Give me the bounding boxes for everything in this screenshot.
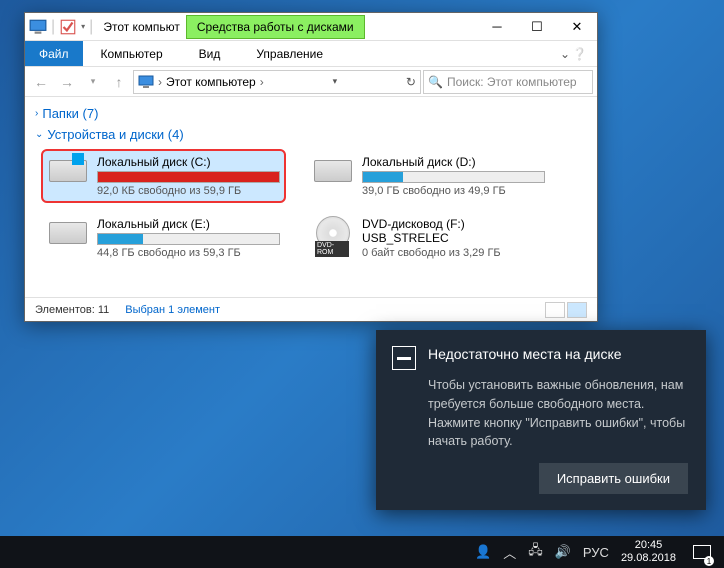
drive-free-text: 39,0 ГБ свободно из 49,9 ГБ: [362, 185, 545, 197]
hdd-icon: [314, 160, 352, 182]
notification-badge: 1: [704, 556, 714, 566]
toast-notification[interactable]: Недостаточно места на диске Чтобы устано…: [376, 330, 706, 510]
breadcrumb-sep-icon[interactable]: ›: [260, 75, 264, 89]
drive-free-text: 44,8 ГБ свободно из 59,3 ГБ: [97, 247, 280, 259]
fix-errors-button[interactable]: Исправить ошибки: [539, 463, 688, 494]
hdd-icon: [49, 160, 87, 182]
action-center-icon[interactable]: 1: [688, 536, 716, 568]
search-icon: 🔍: [428, 75, 443, 89]
titlebar: | ▾ | Этот компьют Средства работы с дис…: [25, 13, 597, 41]
section-devices[interactable]: ⌄ Устройства и диски (4): [35, 124, 587, 145]
drive-item[interactable]: DVD-ROM DVD-дисковод (F:) USB_STRELEC 0 ба…: [306, 211, 551, 265]
drives-grid: Локальный диск (C:) 92,0 КБ свободно из 5…: [35, 149, 587, 265]
taskbar: 👤 ︿ 🖧 🔊 РУС 20:45 29.08.2018 1: [0, 536, 724, 568]
up-button[interactable]: ↑: [107, 70, 131, 94]
drive-name: Локальный диск (C:): [97, 155, 280, 169]
storage-icon: [392, 346, 416, 370]
breadcrumb-sep-icon[interactable]: ›: [158, 75, 162, 89]
minimize-button[interactable]: ─: [477, 13, 517, 41]
view-details-icon[interactable]: [545, 302, 565, 318]
checkbox-icon[interactable]: [59, 18, 77, 36]
drive-name: Локальный диск (D:): [362, 155, 545, 169]
volume-icon[interactable]: 🔊: [555, 544, 571, 560]
pc-icon: [138, 74, 154, 90]
close-button[interactable]: ✕: [557, 13, 597, 41]
notification-body: Чтобы установить важные обновления, нам …: [392, 376, 688, 451]
dvd-icon: DVD-ROM: [316, 216, 350, 250]
hdd-icon: [49, 222, 87, 244]
language-indicator[interactable]: РУС: [583, 545, 609, 560]
forward-button[interactable]: →: [55, 70, 79, 94]
search-input[interactable]: 🔍 Поиск: Этот компьютер: [423, 70, 593, 94]
maximize-button[interactable]: ☐: [517, 13, 557, 41]
refresh-icon[interactable]: ↻: [406, 75, 416, 89]
status-count: Элементов: 11: [35, 304, 109, 316]
tab-view[interactable]: Вид: [181, 41, 239, 66]
drive-free-text: 92,0 КБ свободно из 59,9 ГБ: [97, 185, 280, 197]
clock-time: 20:45: [621, 539, 676, 552]
drive-item[interactable]: Локальный диск (D:) 39,0 ГБ свободно из 4…: [306, 149, 551, 203]
address-dropdown-icon[interactable]: ▾: [333, 76, 338, 87]
ribbon-expand[interactable]: ⌄❔: [550, 41, 597, 66]
drive-item[interactable]: Локальный диск (E:) 44,8 ГБ свободно из 5…: [41, 211, 286, 265]
drive-name: DVD-дисковод (F:) USB_STRELEC: [362, 217, 545, 245]
chevron-down-icon: ⌄: [35, 129, 43, 140]
tab-manage[interactable]: Управление: [238, 41, 341, 66]
context-tab[interactable]: Средства работы с дисками: [186, 15, 365, 39]
qat-separator: |: [89, 18, 93, 36]
recent-dropdown[interactable]: ▾: [81, 70, 105, 94]
explorer-window: | ▾ | Этот компьют Средства работы с дис…: [24, 12, 598, 322]
capacity-bar: [97, 171, 280, 183]
status-bar: Элементов: 11 Выбран 1 элемент: [25, 297, 597, 321]
notification-title: Недостаточно места на диске: [428, 346, 622, 370]
people-icon[interactable]: 👤: [475, 544, 491, 560]
drive-name: Локальный диск (E:): [97, 217, 280, 231]
status-selection: Выбран 1 элемент: [125, 304, 220, 316]
address-bar[interactable]: › Этот компьютер › ▾ ↻: [133, 70, 421, 94]
capacity-bar: [362, 171, 545, 183]
network-icon[interactable]: 🖧: [528, 541, 543, 563]
search-placeholder: Поиск: Этот компьютер: [447, 75, 577, 89]
ribbon-tabs: Файл Компьютер Вид Управление ⌄❔: [25, 41, 597, 67]
help-icon[interactable]: ❔: [572, 47, 587, 61]
qat-separator: |: [51, 18, 55, 36]
pc-icon: [29, 18, 47, 36]
drive-item[interactable]: Локальный диск (C:) 92,0 КБ свободно из 5…: [41, 149, 286, 203]
content-area: › Папки (7) ⌄ Устройства и диски (4) Лок…: [25, 97, 597, 271]
back-button[interactable]: ←: [29, 70, 53, 94]
clock-date: 29.08.2018: [621, 552, 676, 565]
tab-computer[interactable]: Компьютер: [83, 41, 181, 66]
drive-free-text: 0 байт свободно из 3,29 ГБ: [362, 247, 545, 259]
section-folders[interactable]: › Папки (7): [35, 103, 587, 124]
view-tiles-icon[interactable]: [567, 302, 587, 318]
capacity-bar: [97, 233, 280, 245]
system-tray: 👤 ︿ 🖧 🔊 РУС 20:45 29.08.2018 1: [467, 536, 724, 568]
tray-chevron-up-icon[interactable]: ︿: [503, 543, 516, 562]
chevron-right-icon: ›: [35, 108, 38, 119]
chevron-down-icon: ⌄: [560, 47, 570, 61]
window-title: Этот компьют: [97, 20, 186, 34]
qat-dropdown-icon[interactable]: ▾: [81, 22, 85, 31]
tab-file[interactable]: Файл: [25, 41, 83, 66]
address-bar-row: ← → ▾ ↑ › Этот компьютер › ▾ ↻ 🔍 Поиск: …: [25, 67, 597, 97]
breadcrumb-root[interactable]: Этот компьютер: [166, 75, 256, 89]
clock[interactable]: 20:45 29.08.2018: [621, 539, 676, 565]
